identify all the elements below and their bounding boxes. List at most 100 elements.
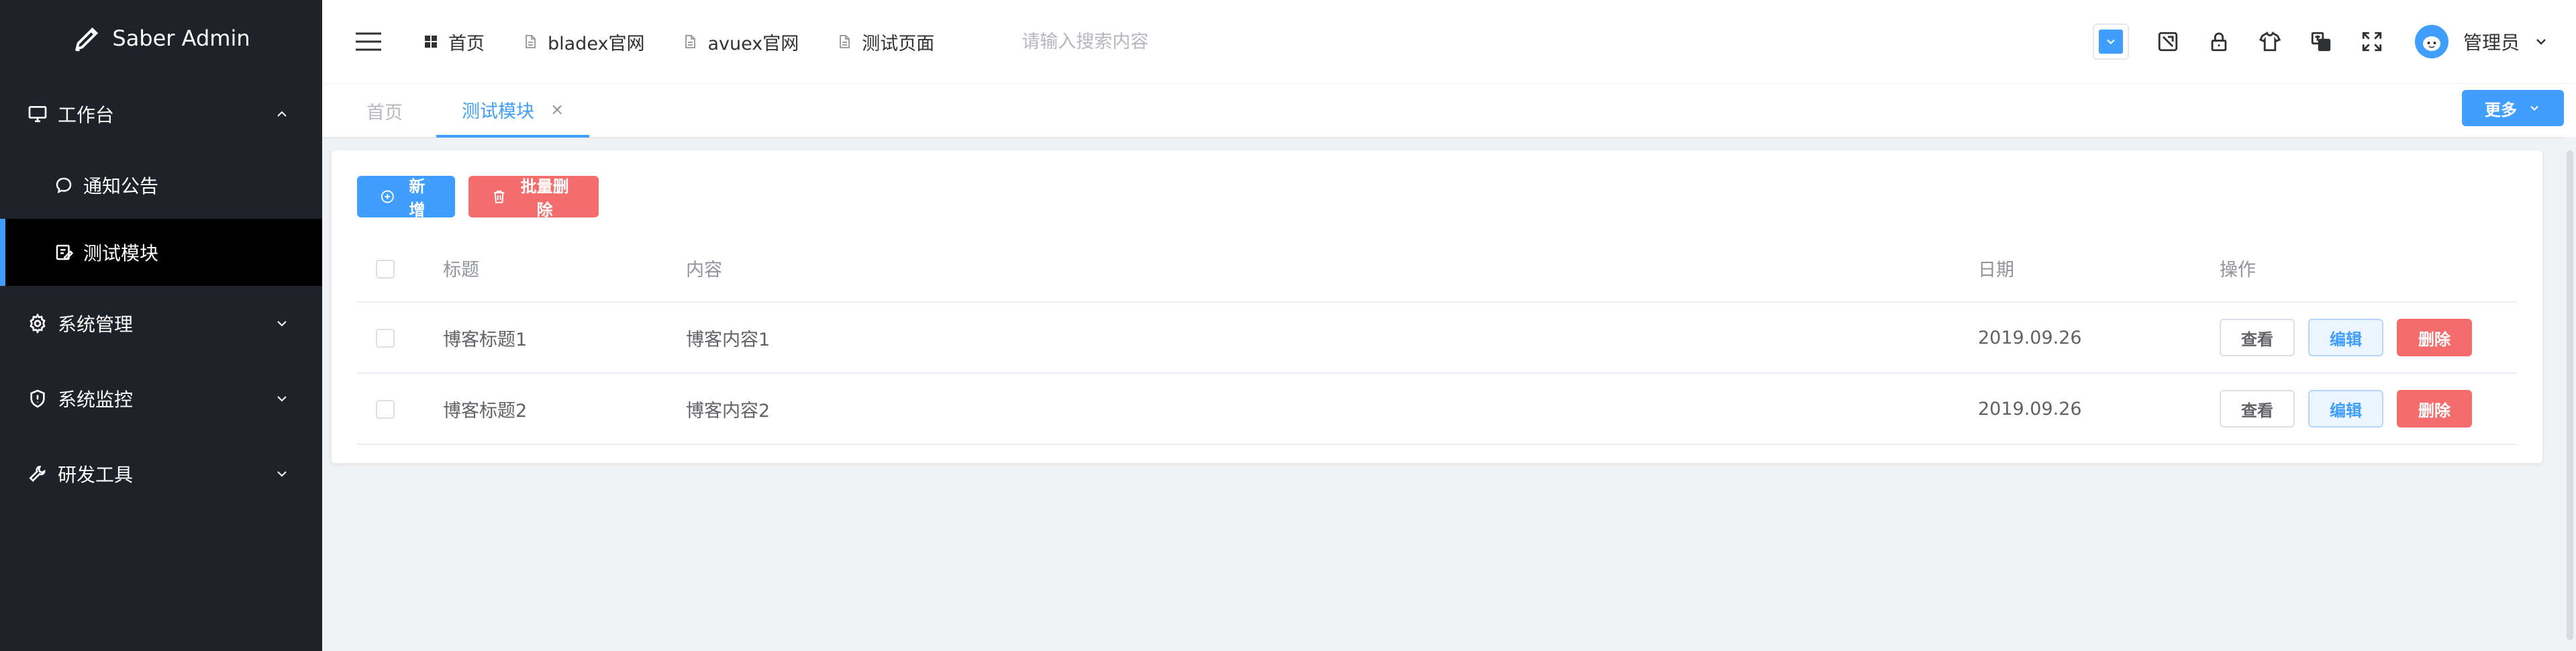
- chevron-down-icon: [277, 321, 287, 327]
- user-name[interactable]: 管理员: [2463, 28, 2520, 55]
- tag-bar: 首页 测试模块 × 更多: [322, 83, 2576, 138]
- batch-delete-label: 批量删除: [520, 177, 569, 219]
- language-button[interactable]: [2295, 21, 2346, 62]
- add-button[interactable]: 新增: [357, 176, 455, 219]
- plus-circle-icon: [381, 190, 394, 203]
- sidebar-item-test-module[interactable]: 测试模块: [0, 219, 322, 286]
- edit-icon: [56, 244, 74, 260]
- chevron-down-icon: [2536, 39, 2546, 45]
- row-actions: 查看 编辑 删除: [2220, 390, 2517, 428]
- top-nav-avuex[interactable]: avuex官网: [682, 29, 799, 55]
- sidebar-group-label: 系统监控: [58, 389, 134, 411]
- select-all-checkbox[interactable]: [376, 259, 395, 279]
- chat-bubble-icon: [56, 177, 72, 194]
- top-nav-test-page[interactable]: 测试页面: [836, 29, 934, 55]
- top-header: 首页 bladex官网 avuex官网 测试页面 请输入搜索内容 管理员: [322, 0, 2576, 83]
- top-nav-label: bladex官网: [548, 33, 645, 54]
- fullscreen-button[interactable]: [2346, 21, 2397, 62]
- avatar-face-icon: [2418, 29, 2444, 54]
- chevron-down-icon: [277, 396, 287, 402]
- cell-date: 2019.09.26: [1978, 373, 2220, 445]
- shield-icon: [30, 389, 45, 408]
- edit-button[interactable]: 编辑: [2308, 390, 2383, 428]
- document-icon: [840, 35, 850, 48]
- top-nav-label: avuex官网: [707, 33, 799, 54]
- row-select-cell: [357, 302, 443, 374]
- view-button[interactable]: 查看: [2220, 390, 2295, 428]
- theme-button[interactable]: [2244, 21, 2295, 62]
- pen-logo-icon: [75, 27, 99, 52]
- translate-icon: [2311, 32, 2331, 52]
- batch-delete-button[interactable]: 批量删除: [468, 176, 599, 219]
- avatar[interactable]: [2414, 25, 2448, 58]
- cell-actions: 查看 编辑 删除: [2220, 302, 2517, 374]
- sidebar-group-label: 研发工具: [58, 464, 134, 486]
- document-icon: [685, 35, 696, 48]
- sidebar-item-notice[interactable]: 通知公告: [0, 152, 322, 219]
- monitor-icon: [28, 106, 47, 122]
- column-header-date: 日期: [1978, 235, 2220, 303]
- chevron-up-icon: [277, 111, 287, 117]
- select-all-cell: [357, 235, 443, 303]
- document-icon: [526, 35, 536, 48]
- tag-test-module[interactable]: 测试模块 ×: [436, 84, 590, 138]
- close-icon[interactable]: ×: [550, 100, 564, 119]
- view-button[interactable]: 查看: [2220, 319, 2295, 356]
- row-checkbox[interactable]: [376, 400, 395, 419]
- cell-content: 博客内容2: [686, 373, 1978, 445]
- grid-icon: [425, 36, 437, 48]
- user-menu-toggle[interactable]: [2533, 34, 2549, 50]
- cell-actions: 查看 编辑 删除: [2220, 373, 2517, 445]
- screenshot-icon: [2158, 32, 2178, 52]
- sidebar-group-dev-tools[interactable]: 研发工具: [0, 436, 322, 511]
- row-select-cell: [357, 373, 443, 445]
- cell-date: 2019.09.26: [1978, 302, 2220, 374]
- row-checkbox[interactable]: [376, 329, 395, 348]
- wrench-icon: [29, 465, 46, 483]
- more-label: 更多: [2485, 101, 2517, 119]
- more-tags-button[interactable]: 更多: [2462, 90, 2564, 126]
- search-input[interactable]: [1022, 31, 1304, 52]
- color-picker-icon: [2098, 30, 2123, 54]
- table-row: 博客标题1 博客内容1 2019.09.26 查看 编辑 删除: [357, 302, 2517, 374]
- chevron-down-icon: [2530, 105, 2538, 111]
- column-header-content: 内容: [686, 235, 1978, 303]
- scrollbar-thumb[interactable]: [2567, 150, 2573, 640]
- sidebar-group-system-monitor[interactable]: 系统监控: [0, 361, 322, 436]
- logo[interactable]: Saber Admin: [0, 0, 322, 77]
- menu-toggle-button[interactable]: [354, 31, 383, 52]
- theme-color-picker[interactable]: [2092, 23, 2129, 60]
- top-nav-label: 测试页面: [862, 33, 935, 54]
- cell-title: 博客标题2: [443, 373, 686, 445]
- top-nav-home[interactable]: 首页: [423, 29, 485, 55]
- data-table: 标题 内容 日期 操作 博客标题1 博客内容1 2019.09.26 查看 编辑…: [357, 235, 2517, 445]
- lock-screen-button[interactable]: [2193, 21, 2244, 62]
- hamburger-icon: [356, 32, 381, 51]
- trash-icon: [493, 190, 505, 203]
- sidebar-item-label: 测试模块: [83, 242, 159, 264]
- top-nav-bladex[interactable]: bladex官网: [522, 29, 644, 55]
- row-actions: 查看 编辑 删除: [2220, 319, 2517, 356]
- edit-button[interactable]: 编辑: [2308, 319, 2383, 356]
- table-header-row: 标题 内容 日期 操作: [357, 235, 2517, 303]
- column-header-title: 标题: [443, 235, 686, 303]
- add-label: 新增: [409, 177, 426, 219]
- lock-icon: [2211, 32, 2227, 52]
- shirt-icon: [2259, 32, 2281, 52]
- fullscreen-icon: [2362, 32, 2382, 52]
- tag-home[interactable]: 首页: [366, 84, 403, 138]
- sidebar-item-label: 通知公告: [83, 175, 159, 197]
- gear-icon: [30, 313, 46, 334]
- header-toolbar: 管理员: [2092, 0, 2549, 83]
- sidebar-group-system-management[interactable]: 系统管理: [0, 286, 322, 361]
- tag-label: 测试模块: [462, 101, 534, 122]
- screenshot-button[interactable]: [2142, 21, 2193, 62]
- sidebar-group-label: 系统管理: [58, 313, 134, 336]
- sidebar-group-workbench[interactable]: 工作台: [0, 77, 322, 152]
- column-header-actions: 操作: [2220, 235, 2517, 303]
- content-card: 新增 批量删除 标题 内容 日期 操作 博客标题1 博客内容1 2019.09.…: [332, 150, 2542, 463]
- delete-button[interactable]: 删除: [2397, 319, 2472, 356]
- top-nav-label: 首页: [448, 33, 485, 54]
- delete-button[interactable]: 删除: [2397, 390, 2472, 428]
- cell-content: 博客内容1: [686, 302, 1978, 374]
